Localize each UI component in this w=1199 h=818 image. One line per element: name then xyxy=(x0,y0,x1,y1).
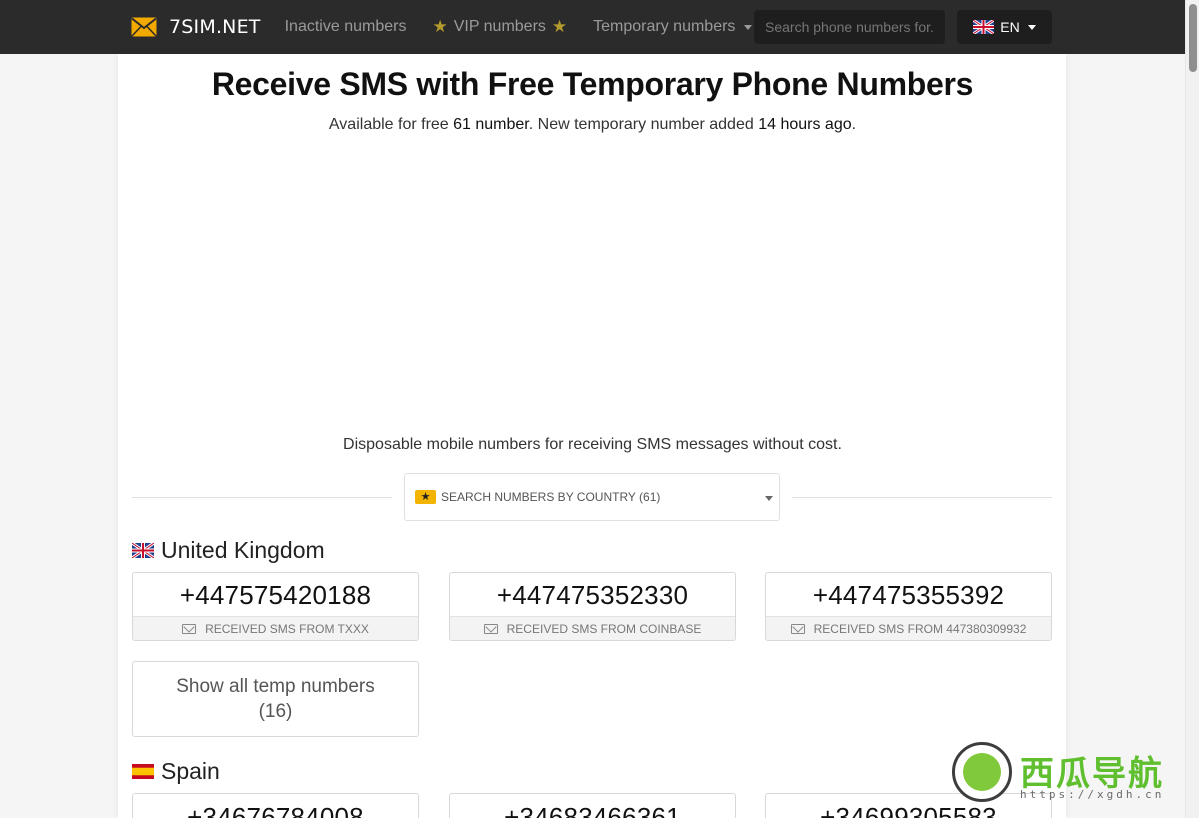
spain-flag-icon xyxy=(132,764,154,779)
number-card[interactable]: +447475355392 RECEIVED SMS FROM 44738030… xyxy=(765,572,1052,641)
nav-link-temporary-label: Temporary numbers xyxy=(593,18,736,35)
chevron-down-icon xyxy=(744,24,753,30)
star-icon: ★ xyxy=(432,17,448,36)
available-count: 61 number xyxy=(453,116,529,133)
last-sms-info: RECEIVED SMS FROM COINBASE xyxy=(450,616,735,640)
phone-number: +447575420188 xyxy=(179,580,372,610)
page-title: Receive SMS with Free Temporary Phone Nu… xyxy=(211,66,974,102)
phone-number: +447475352330 xyxy=(496,580,689,610)
envelope-icon xyxy=(483,624,498,634)
country-heading-uk: United Kingdom xyxy=(132,537,325,564)
phone-number: +34676784008 xyxy=(187,802,364,818)
envelope-icon xyxy=(131,17,157,37)
number-card[interactable]: +447575420188 RECEIVED SMS FROM TXXX xyxy=(132,572,419,641)
uk-flag-icon xyxy=(973,20,995,34)
last-sms-text: RECEIVED SMS FROM COINBASE xyxy=(506,622,702,636)
language-label: EN xyxy=(1000,19,1020,35)
tagline: Disposable mobile numbers for receiving … xyxy=(343,436,842,453)
divider-right xyxy=(792,497,1052,498)
star-icon: ★ xyxy=(551,17,568,36)
country-filter-select[interactable]: ★ SEARCH NUMBERS BY COUNTRY (61) xyxy=(404,473,780,521)
phone-number: +34683466361 xyxy=(504,802,681,818)
availability-text: Available for free 61 number. New tempor… xyxy=(0,116,1185,134)
country-name: United Kingdom xyxy=(161,537,325,563)
navbar-inner: 7SIM.NET Inactive numbers ★ VIP numbers … xyxy=(131,0,1052,54)
navbar: 7SIM.NET Inactive numbers ★ VIP numbers … xyxy=(0,0,1185,54)
watermelon-logo-icon xyxy=(952,742,1012,802)
language-dropdown[interactable]: EN xyxy=(957,10,1052,44)
uk-flag-icon xyxy=(132,543,154,558)
country-heading-spain: Spain xyxy=(132,758,220,785)
brand-link[interactable]: 7SIM.NET xyxy=(131,16,261,38)
last-sms-text: RECEIVED SMS FROM 447380309932 xyxy=(813,622,1027,636)
nav-link-inactive-label: Inactive numbers xyxy=(284,18,407,35)
envelope-icon xyxy=(790,624,805,634)
scrollbar-thumb[interactable] xyxy=(1189,4,1197,72)
envelope-icon xyxy=(182,624,197,634)
watermark: 西瓜导航 https://xgdh.cn xyxy=(952,742,1182,804)
last-sms-info: RECEIVED SMS FROM 447380309932 xyxy=(766,616,1051,640)
nav-link-vip-label: VIP numbers xyxy=(453,18,546,35)
nav-link-temporary-dropdown[interactable]: Temporary numbers xyxy=(593,18,753,36)
availability-prefix: Available for free xyxy=(328,116,454,133)
nav-link-vip[interactable]: ★ VIP numbers ★ xyxy=(426,17,573,37)
country-name: Spain xyxy=(161,758,220,784)
watermark-url: https://xgdh.cn xyxy=(1020,788,1165,801)
availability-suffix: . xyxy=(851,116,857,133)
phone-number: +447475355392 xyxy=(812,580,1005,610)
brand-name: 7SIM.NET xyxy=(169,16,261,38)
nav-link-inactive[interactable]: Inactive numbers xyxy=(285,18,407,36)
country-filter-label: SEARCH NUMBERS BY COUNTRY (61) xyxy=(441,490,661,504)
star-flag-icon: ★ xyxy=(415,490,436,504)
search-input[interactable] xyxy=(754,10,945,44)
chevron-down-icon xyxy=(765,496,773,501)
page-scrollbar[interactable] xyxy=(1185,0,1199,818)
last-added-time: 14 hours ago xyxy=(758,116,852,133)
number-card[interactable]: +34676784008 xyxy=(132,793,419,818)
number-card[interactable]: +34683466361 xyxy=(449,793,736,818)
chevron-down-icon xyxy=(1027,24,1036,30)
last-sms-text: RECEIVED SMS FROM TXXX xyxy=(205,622,369,636)
number-card[interactable]: +447475352330 RECEIVED SMS FROM COINBASE xyxy=(449,572,736,641)
show-all-numbers-button[interactable]: Show all temp numbers (16) xyxy=(132,661,419,737)
availability-mid: . New temporary number added xyxy=(528,116,759,133)
last-sms-info: RECEIVED SMS FROM TXXX xyxy=(133,616,418,640)
divider-left xyxy=(132,497,392,498)
